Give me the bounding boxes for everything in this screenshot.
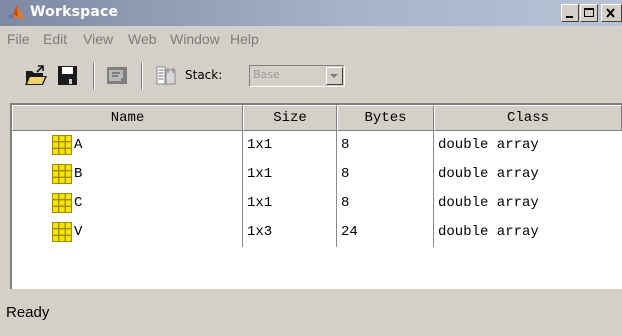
maximize-button[interactable] — [580, 4, 598, 22]
stack-dropdown[interactable]: Base — [249, 65, 345, 87]
variable-size: 1x1 — [247, 137, 273, 153]
open-folder-icon[interactable] — [24, 64, 48, 88]
variable-bytes: 8 — [341, 166, 350, 182]
variable-class: double array — [438, 224, 539, 240]
import-data-icon[interactable] — [154, 64, 178, 88]
variable-name: B — [74, 166, 83, 182]
matrix-icon — [52, 193, 72, 213]
workspace-window: Workspace File Edit View Web Window Help — [0, 0, 622, 336]
variable-size: 1x1 — [247, 166, 273, 182]
matrix-icon — [52, 222, 72, 242]
stack-selected-value: Base — [253, 68, 280, 81]
stack-dropdown-arrow[interactable] — [326, 67, 343, 85]
table-header: Name Size Bytes Class — [12, 105, 622, 131]
menu-file[interactable]: File — [7, 31, 30, 47]
table-row[interactable]: B 1x1 8 double array — [12, 160, 622, 189]
variable-class: double array — [438, 137, 539, 153]
variable-name-cell: V — [52, 218, 242, 247]
menu-edit[interactable]: Edit — [43, 31, 67, 47]
column-header-name[interactable]: Name — [12, 105, 243, 131]
table-row[interactable]: A 1x1 8 double array — [12, 131, 622, 160]
variable-class: double array — [438, 166, 539, 182]
column-header-class[interactable]: Class — [434, 105, 622, 131]
variable-name: A — [74, 137, 83, 153]
matrix-icon — [52, 164, 72, 184]
column-header-bytes[interactable]: Bytes — [337, 105, 434, 131]
variable-name: V — [74, 224, 83, 240]
matlab-logo-icon — [6, 3, 26, 23]
variable-bytes: 24 — [341, 224, 358, 240]
minimize-button[interactable] — [561, 4, 579, 22]
status-bar: Ready — [0, 290, 622, 336]
close-button[interactable] — [601, 4, 622, 22]
variable-name-cell: A — [52, 131, 242, 160]
variable-size: 1x3 — [247, 224, 273, 240]
toolbar-separator — [93, 62, 95, 90]
delete-icon[interactable] — [105, 64, 129, 88]
variable-class: double array — [438, 195, 539, 211]
menu-bar: File Edit View Web Window Help — [0, 26, 622, 52]
menu-window[interactable]: Window — [170, 31, 220, 47]
toolbar: Stack: Base — [0, 52, 622, 100]
menu-view[interactable]: View — [83, 31, 113, 47]
variable-bytes: 8 — [341, 195, 350, 211]
window-title: Workspace — [30, 4, 119, 20]
table-row[interactable]: C 1x1 8 double array — [12, 189, 622, 218]
save-icon[interactable] — [56, 64, 80, 88]
variable-name-cell: B — [52, 160, 242, 189]
matrix-icon — [52, 135, 72, 155]
variable-name-cell: C — [52, 189, 242, 218]
menu-web[interactable]: Web — [128, 31, 157, 47]
title-bar[interactable]: Workspace — [0, 0, 622, 26]
variable-name: C — [74, 195, 83, 211]
status-text: Ready — [6, 304, 50, 321]
workspace-table: Name Size Bytes Class A 1x1 8 double arr… — [10, 103, 622, 289]
stack-label: Stack: — [185, 68, 223, 82]
variable-size: 1x1 — [247, 195, 273, 211]
column-header-size[interactable]: Size — [243, 105, 337, 131]
toolbar-separator — [141, 62, 143, 90]
table-row[interactable]: V 1x3 24 double array — [12, 218, 622, 247]
variable-bytes: 8 — [341, 137, 350, 153]
menu-help[interactable]: Help — [230, 31, 259, 47]
